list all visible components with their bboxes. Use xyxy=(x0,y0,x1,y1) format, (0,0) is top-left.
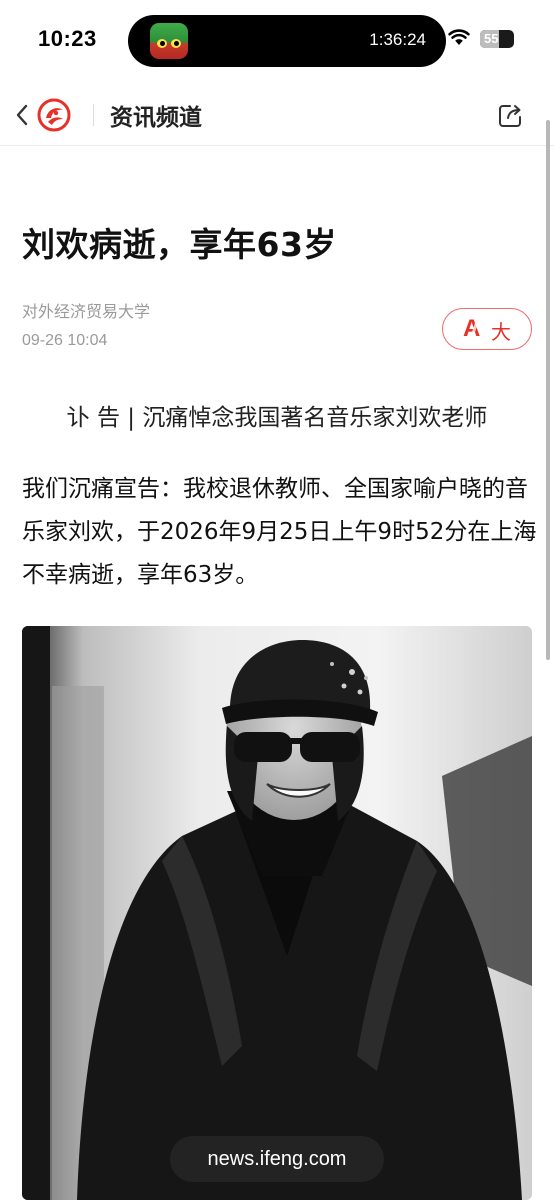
game-app-icon xyxy=(150,23,188,59)
font-size-label: 大 xyxy=(491,320,511,344)
font-size-button[interactable]: A 大 xyxy=(442,308,532,350)
status-bar: 10:23 1:36:24 55 xyxy=(0,0,554,84)
battery-level: 55 xyxy=(484,31,499,46)
article-body: 我们沉痛宣告：我校退休教师、全国家喻户晓的音乐家刘欢，于2026年9月25日上午… xyxy=(22,476,537,588)
article-date: 09-26 10:04 xyxy=(22,332,108,349)
nav-divider xyxy=(93,104,94,126)
channel-title: 资讯频道 xyxy=(110,105,202,131)
font-size-icon: A xyxy=(463,315,481,342)
source-url-pill[interactable]: news.ifeng.com xyxy=(170,1136,384,1182)
ifeng-logo-icon[interactable] xyxy=(36,98,72,132)
chevron-left-icon[interactable] xyxy=(12,102,34,128)
article-photo[interactable] xyxy=(22,626,532,1200)
status-time: 10:23 xyxy=(38,26,97,51)
nav-bar: 资讯频道 xyxy=(0,84,554,146)
portrait-image xyxy=(22,626,532,1200)
wifi-icon xyxy=(448,29,470,45)
scrollbar[interactable] xyxy=(546,120,550,660)
article-headline: 刘欢病逝，享年63岁 xyxy=(22,225,337,264)
article-source[interactable]: 对外经济贸易大学 xyxy=(22,298,150,322)
share-icon[interactable] xyxy=(496,102,524,130)
dynamic-island[interactable]: 1:36:24 xyxy=(128,15,446,67)
article-subhead: 讣 告 | 沉痛悼念我国著名音乐家刘欢老师 xyxy=(66,405,488,431)
island-timer: 1:36:24 xyxy=(369,30,426,49)
battery-indicator: 55 xyxy=(480,30,514,48)
